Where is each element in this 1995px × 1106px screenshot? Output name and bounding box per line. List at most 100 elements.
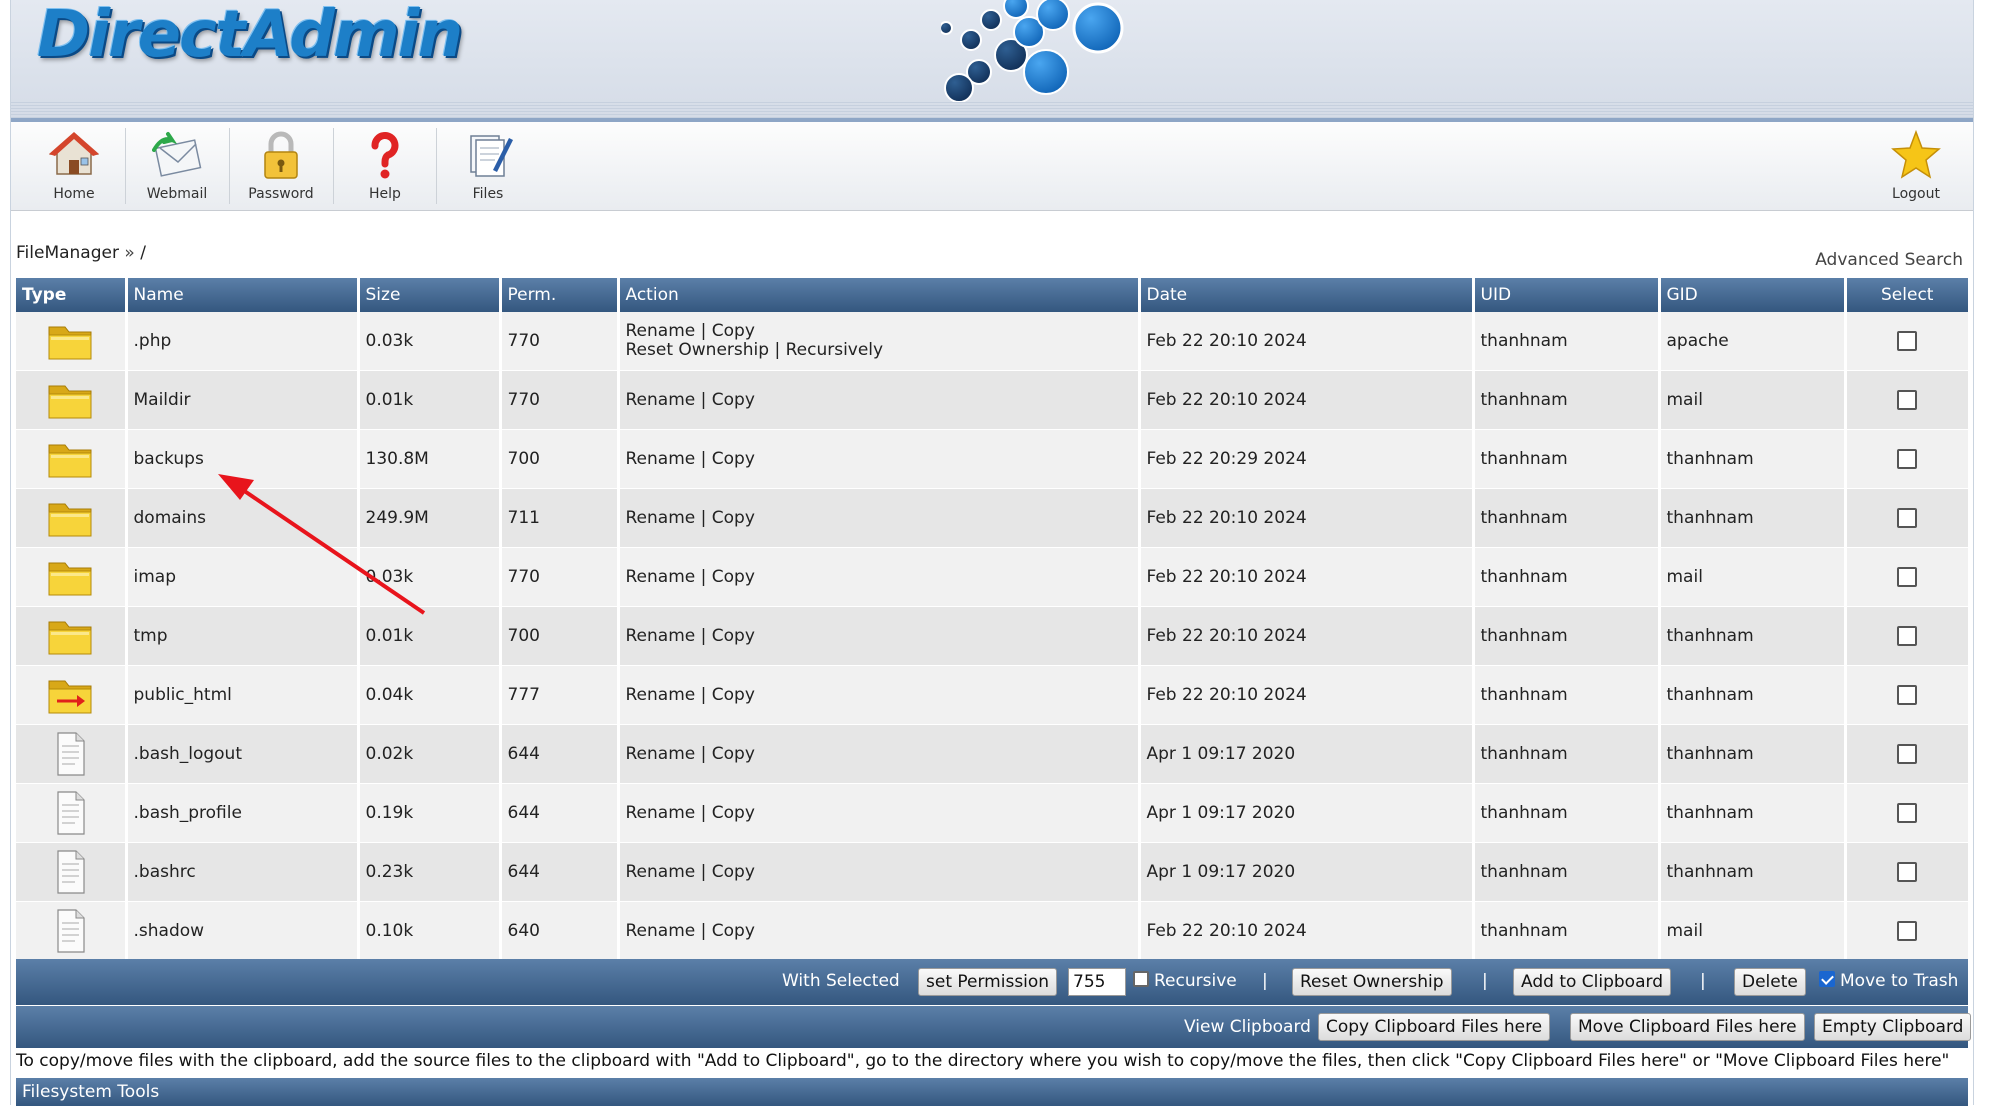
file-name-link[interactable]: Maildir bbox=[134, 390, 191, 410]
file-name-link[interactable]: tmp bbox=[134, 626, 168, 646]
folder-icon[interactable] bbox=[45, 555, 95, 599]
select-checkbox[interactable] bbox=[1897, 508, 1918, 528]
rename-link[interactable]: Rename bbox=[626, 321, 696, 341]
symlink-folder-icon[interactable] bbox=[45, 673, 95, 717]
folder-icon[interactable] bbox=[45, 437, 95, 481]
toolbar-logout[interactable]: Logout bbox=[1865, 122, 1967, 210]
file-name-link[interactable]: .bash_logout bbox=[134, 744, 243, 764]
select-checkbox[interactable] bbox=[1897, 685, 1918, 705]
select-checkbox[interactable] bbox=[1897, 567, 1918, 587]
file-name-link[interactable]: .bashrc bbox=[134, 862, 196, 882]
perm-link[interactable]: 777 bbox=[508, 685, 540, 705]
col-select-header[interactable]: Select bbox=[1845, 278, 1968, 312]
move-clipboard-files-button[interactable]: Move Clipboard Files here bbox=[1570, 1013, 1805, 1041]
rename-link[interactable]: Rename bbox=[626, 449, 696, 469]
view-clipboard-link[interactable]: View Clipboard bbox=[1184, 1017, 1311, 1037]
copy-link[interactable]: Copy bbox=[712, 862, 755, 882]
copy-link[interactable]: Copy bbox=[712, 390, 755, 410]
recursively-link[interactable]: Recursively bbox=[786, 340, 884, 360]
move-to-trash-checkbox[interactable] bbox=[1819, 971, 1835, 987]
rename-link[interactable]: Rename bbox=[626, 921, 696, 941]
col-name-header[interactable]: Name bbox=[126, 278, 360, 312]
toolbar-help[interactable]: Help bbox=[334, 122, 436, 210]
select-checkbox[interactable] bbox=[1897, 921, 1918, 941]
breadcrumb-filemanager[interactable]: FileManager bbox=[16, 243, 119, 263]
empty-clipboard-button[interactable]: Empty Clipboard bbox=[1814, 1013, 1972, 1041]
select-checkbox[interactable] bbox=[1897, 803, 1918, 823]
reset-ownership-button[interactable]: Reset Ownership bbox=[1292, 968, 1452, 996]
file-icon[interactable] bbox=[45, 850, 95, 894]
rename-link[interactable]: Rename bbox=[626, 626, 696, 646]
copy-link[interactable]: Copy bbox=[712, 449, 755, 469]
select-checkbox[interactable] bbox=[1897, 862, 1918, 882]
add-to-clipboard-button[interactable]: Add to Clipboard bbox=[1513, 968, 1671, 996]
rename-link[interactable]: Rename bbox=[626, 390, 696, 410]
set-permission-button[interactable]: set Permission bbox=[918, 968, 1058, 996]
perm-link[interactable]: 700 bbox=[508, 449, 540, 469]
col-type-header[interactable]: Type bbox=[16, 278, 128, 312]
file-name-link[interactable]: backups bbox=[134, 449, 204, 469]
reset-ownership-link[interactable]: Reset Ownership bbox=[626, 340, 770, 360]
col-gid-header[interactable]: GID bbox=[1659, 278, 1847, 312]
rename-link[interactable]: Rename bbox=[626, 685, 696, 705]
recursive-checkbox[interactable] bbox=[1133, 971, 1149, 987]
rename-link[interactable]: Rename bbox=[626, 862, 696, 882]
file-name-link[interactable]: public_html bbox=[134, 685, 232, 705]
toolbar-files[interactable]: Files bbox=[437, 122, 539, 210]
perm-link[interactable]: 770 bbox=[508, 567, 540, 587]
delete-button[interactable]: Delete bbox=[1734, 968, 1806, 996]
select-checkbox[interactable] bbox=[1897, 331, 1918, 351]
col-date-header[interactable]: Date bbox=[1139, 278, 1475, 312]
toolbar-password[interactable]: Password bbox=[230, 122, 332, 210]
perm-link[interactable]: 711 bbox=[508, 508, 540, 528]
directadmin-logo[interactable]: DirectAdmin bbox=[37, 0, 463, 72]
perm-cell: 644 bbox=[500, 842, 620, 902]
toolbar-home[interactable]: Home bbox=[23, 122, 125, 210]
copy-link[interactable]: Copy bbox=[712, 321, 755, 341]
folder-icon[interactable] bbox=[45, 319, 95, 363]
rename-link[interactable]: Rename bbox=[626, 744, 696, 764]
perm-link[interactable]: 700 bbox=[508, 626, 540, 646]
copy-link[interactable]: Copy bbox=[712, 744, 755, 764]
select-checkbox[interactable] bbox=[1897, 626, 1918, 646]
toolbar-webmail[interactable]: Webmail bbox=[126, 122, 228, 210]
folder-icon[interactable] bbox=[45, 378, 95, 422]
breadcrumb-path[interactable]: / bbox=[140, 243, 146, 263]
col-perm-header[interactable]: Perm. bbox=[500, 278, 620, 312]
perm-link[interactable]: 640 bbox=[508, 921, 540, 941]
copy-link[interactable]: Copy bbox=[712, 508, 755, 528]
copy-link[interactable]: Copy bbox=[712, 626, 755, 646]
copy-link[interactable]: Copy bbox=[712, 567, 755, 587]
select-checkbox[interactable] bbox=[1897, 390, 1918, 410]
file-name-link[interactable]: .php bbox=[134, 331, 172, 351]
file-name-link[interactable]: .bash_profile bbox=[134, 803, 242, 823]
perm-link[interactable]: 644 bbox=[508, 803, 540, 823]
permission-input[interactable]: 755 bbox=[1068, 968, 1126, 996]
file-name-link[interactable]: domains bbox=[134, 508, 207, 528]
perm-link[interactable]: 770 bbox=[508, 390, 540, 410]
select-checkbox[interactable] bbox=[1897, 449, 1918, 469]
folder-icon[interactable] bbox=[45, 496, 95, 540]
file-icon[interactable] bbox=[45, 791, 95, 835]
perm-link[interactable]: 644 bbox=[508, 862, 540, 882]
copy-clipboard-files-button[interactable]: Copy Clipboard Files here bbox=[1318, 1013, 1551, 1041]
col-uid-header[interactable]: UID bbox=[1473, 278, 1661, 312]
file-icon[interactable] bbox=[45, 909, 95, 953]
perm-link[interactable]: 644 bbox=[508, 744, 540, 764]
perm-link[interactable]: 770 bbox=[508, 331, 540, 351]
copy-link[interactable]: Copy bbox=[712, 803, 755, 823]
copy-link[interactable]: Copy bbox=[712, 921, 755, 941]
file-name-link[interactable]: .shadow bbox=[134, 921, 205, 941]
col-size-header[interactable]: Size bbox=[358, 278, 502, 312]
rename-link[interactable]: Rename bbox=[626, 803, 696, 823]
file-name-link[interactable]: imap bbox=[134, 567, 177, 587]
filesystem-tools-header[interactable]: Filesystem Tools bbox=[16, 1078, 1968, 1106]
advanced-search-link[interactable]: Advanced Search bbox=[1815, 250, 1963, 270]
with-selected-bar: With Selected set Permission 755 Recursi… bbox=[16, 959, 1968, 1005]
copy-link[interactable]: Copy bbox=[712, 685, 755, 705]
select-checkbox[interactable] bbox=[1897, 744, 1918, 764]
rename-link[interactable]: Rename bbox=[626, 567, 696, 587]
file-icon[interactable] bbox=[45, 732, 95, 776]
folder-icon[interactable] bbox=[45, 614, 95, 658]
rename-link[interactable]: Rename bbox=[626, 508, 696, 528]
